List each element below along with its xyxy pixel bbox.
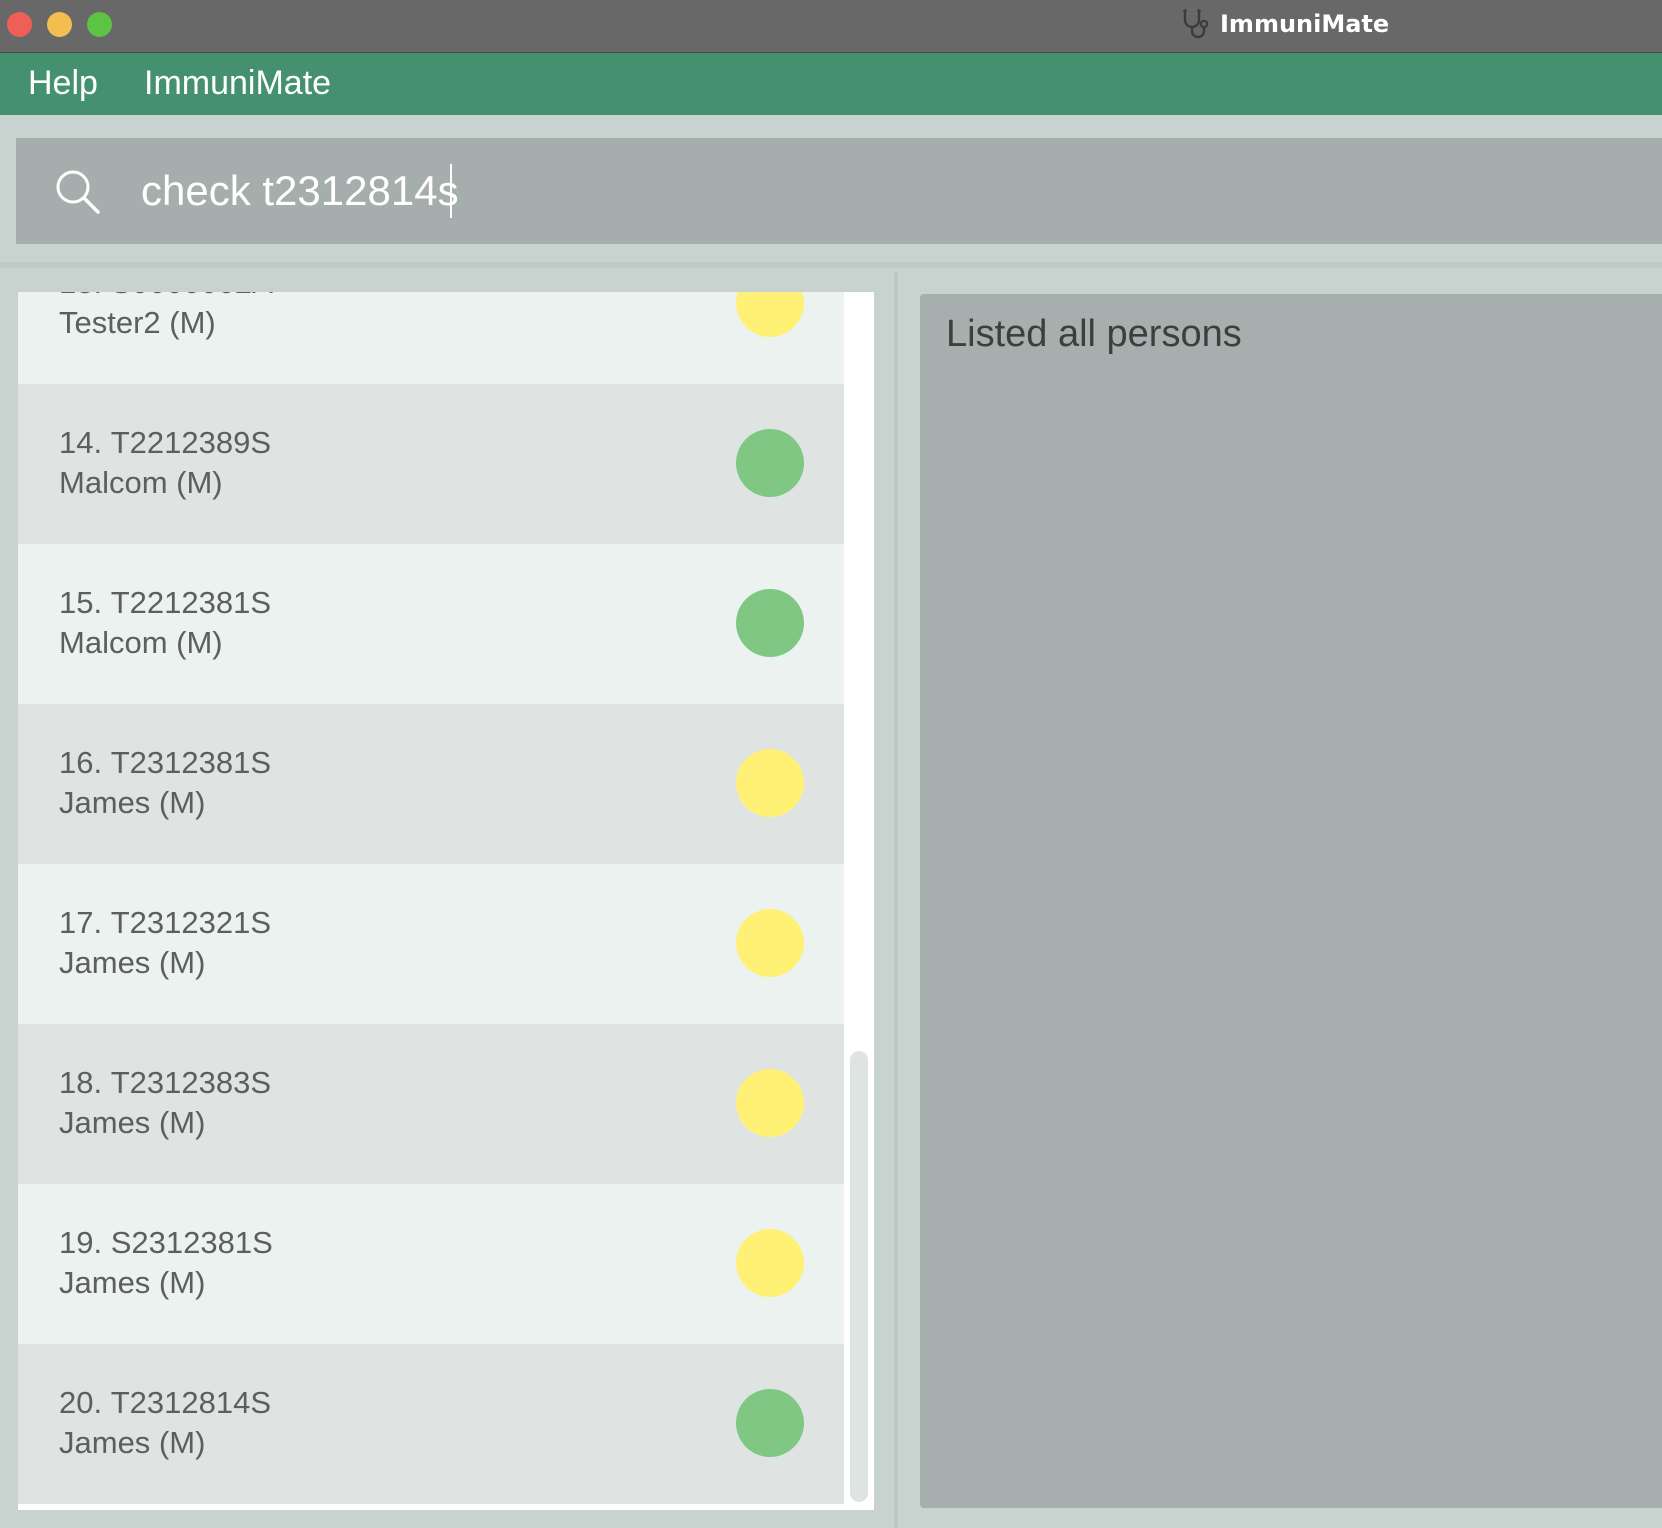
- person-name: Tester2 (M): [59, 305, 216, 340]
- result-message: Listed all persons: [946, 313, 1242, 355]
- command-box[interactable]: check t2312814s: [16, 138, 1662, 244]
- list-item[interactable]: 20. T2312814S James (M): [18, 1344, 844, 1504]
- command-input[interactable]: check t2312814s: [141, 166, 459, 216]
- menu-bar: Help ImmuniMate: [0, 53, 1662, 115]
- person-id: 15. T2212381S: [59, 585, 272, 620]
- list-item[interactable]: 18. T2312383S James (M): [18, 1024, 844, 1184]
- zoom-window-button[interactable]: [87, 12, 112, 37]
- window-title-group: ImmuniMate: [1180, 6, 1389, 42]
- window-title: ImmuniMate: [1220, 10, 1390, 38]
- list-item[interactable]: 14. T2212389S Malcom (M): [18, 384, 844, 544]
- close-window-button[interactable]: [7, 12, 32, 37]
- person-id: 19. S2312381S: [59, 1225, 273, 1260]
- list-item[interactable]: 19. S2312381S James (M): [18, 1184, 844, 1344]
- status-indicator-yellow: [736, 292, 804, 337]
- person-id: 16. T2312381S: [59, 745, 272, 780]
- person-id: 18. T2312383S: [59, 1065, 272, 1100]
- list-item[interactable]: 13. S0000002A Tester2 (M): [18, 292, 844, 384]
- panel-splitter[interactable]: [894, 272, 898, 1528]
- menu-help[interactable]: Help: [28, 63, 98, 103]
- person-id: 20. T2312814S: [59, 1385, 272, 1420]
- person-list[interactable]: 13. S0000002A Tester2 (M) 14. T2212389S …: [18, 292, 874, 1510]
- status-indicator-green: [736, 1389, 804, 1457]
- status-indicator-yellow: [736, 749, 804, 817]
- search-icon: [56, 170, 100, 214]
- result-display: Listed all persons: [920, 294, 1662, 1508]
- person-name: Malcom (M): [59, 625, 223, 660]
- status-indicator-green: [736, 429, 804, 497]
- person-name: James (M): [59, 785, 206, 820]
- section-divider: [0, 262, 1662, 268]
- list-item[interactable]: 17. T2312321S James (M): [18, 864, 844, 1024]
- list-item[interactable]: 15. T2212381S Malcom (M): [18, 544, 844, 704]
- minimize-window-button[interactable]: [47, 12, 72, 37]
- person-id: 14. T2212389S: [59, 425, 272, 460]
- person-id: 13. S0000002A: [59, 292, 273, 302]
- status-indicator-green: [736, 589, 804, 657]
- status-indicator-yellow: [736, 909, 804, 977]
- status-indicator-yellow: [736, 1069, 804, 1137]
- status-indicator-yellow: [736, 1229, 804, 1297]
- person-name: James (M): [59, 1425, 206, 1460]
- person-name: James (M): [59, 1265, 206, 1300]
- window-titlebar: ImmuniMate: [0, 0, 1662, 53]
- person-name: Malcom (M): [59, 465, 223, 500]
- person-id: 17. T2312321S: [59, 905, 272, 940]
- list-item[interactable]: 16. T2312381S James (M): [18, 704, 844, 864]
- text-cursor: [450, 164, 452, 218]
- stethoscope-icon: [1183, 9, 1209, 39]
- menu-immunimate[interactable]: ImmuniMate: [144, 63, 331, 103]
- person-name: James (M): [59, 945, 206, 980]
- list-scrollbar-thumb[interactable]: [850, 1051, 868, 1502]
- person-name: James (M): [59, 1105, 206, 1140]
